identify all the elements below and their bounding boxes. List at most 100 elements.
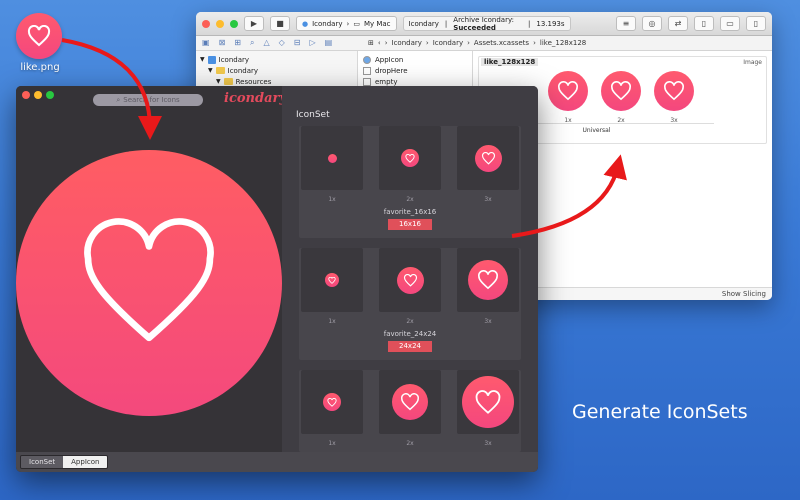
project-icon: [207, 55, 216, 64]
icon-cell-2x[interactable]: [379, 248, 441, 312]
heart-icon: [611, 81, 631, 101]
size-badge: 16x16: [388, 219, 432, 230]
search-field[interactable]: ⌕ Search for Icons: [93, 94, 203, 106]
scale-label: 2x: [406, 318, 414, 325]
iconset-name: favorite_24x24: [383, 330, 437, 338]
mode-segmented-control: IconSet AppIcon: [20, 455, 109, 469]
iconset-pane: IconSet 1x 2x 3x favorite_16x16 16x16 1x…: [282, 86, 538, 452]
scheme-selector[interactable]: ● Icondary › ▭ My Mac: [296, 16, 397, 31]
panel-right-icon: ▯: [753, 19, 759, 28]
test-icon[interactable]: ◇: [279, 38, 285, 48]
icon-cell-1x[interactable]: [301, 370, 363, 434]
heart-icon: [401, 393, 419, 411]
scale-label: 2x: [406, 440, 414, 447]
icon-cell-3x[interactable]: [457, 248, 519, 312]
scale-label: 3x: [484, 318, 492, 325]
icon-cell-3x[interactable]: [457, 126, 519, 190]
folder-icon[interactable]: ▣: [202, 38, 210, 48]
iconset-name: favorite_16x16: [383, 208, 437, 216]
tab-iconset[interactable]: IconSet: [21, 456, 64, 468]
navigator-item[interactable]: ▼ Icondary: [196, 65, 357, 76]
arrows-icon: ⇄: [674, 19, 682, 28]
related-items-icon[interactable]: ⊞: [368, 39, 374, 47]
navigator-toggle-button[interactable]: ▯: [694, 16, 714, 31]
forward-icon[interactable]: ›: [385, 39, 388, 47]
debug-toggle-button[interactable]: ▭: [720, 16, 740, 31]
panel-left-icon: ▯: [701, 19, 707, 28]
scale-label: 1x: [328, 318, 336, 325]
image-slot-2x[interactable]: 2x: [600, 71, 642, 124]
minimize-button[interactable]: [216, 19, 224, 28]
breakpoint-icon[interactable]: ▷: [309, 38, 315, 48]
breadcrumb: ⊞ ‹ › Icondary › Icondary › Assets.xcass…: [368, 39, 587, 47]
tagline: Generate IconSets: [572, 401, 748, 423]
image-set-name: like_128x128: [481, 58, 539, 66]
utilities-toggle-button[interactable]: ▯: [746, 16, 766, 31]
search-icon[interactable]: ⌕: [250, 38, 254, 48]
editor-version-button[interactable]: ⇄: [668, 16, 688, 31]
stop-button[interactable]: ■: [270, 16, 290, 31]
stop-icon: ■: [276, 19, 284, 28]
report-icon[interactable]: ▤: [325, 38, 333, 48]
lines-icon: ≡: [622, 19, 630, 28]
heart-icon: [27, 25, 51, 47]
heart-icon: [403, 273, 417, 287]
iconset-group[interactable]: 1x 2x 3x favorite_24x24 24x24: [299, 248, 521, 360]
iconset-group[interactable]: 1x 2x 3x: [299, 370, 521, 452]
panel-bottom-icon: ▭: [726, 19, 734, 28]
folder-icon: [223, 78, 233, 85]
heart-icon: [475, 389, 501, 414]
heart-icon: [405, 153, 415, 163]
debug-icon[interactable]: ⊟: [294, 38, 301, 48]
section-title: IconSet: [296, 110, 330, 120]
image-slot-3x[interactable]: 3x: [653, 71, 695, 124]
breadcrumb-item[interactable]: Icondary: [433, 39, 463, 47]
minimize-button[interactable]: [34, 91, 42, 99]
close-button[interactable]: [22, 91, 30, 99]
image-icon: [363, 66, 371, 75]
zoom-button[interactable]: [230, 19, 238, 28]
back-icon[interactable]: ‹: [378, 39, 381, 47]
xcode-toolbar: ▶ ■ ● Icondary › ▭ My Mac Icondary | Arc…: [196, 12, 772, 36]
navigator-item[interactable]: ▼ Icondary: [196, 54, 357, 65]
destination-label: My Mac: [363, 19, 391, 28]
search-icon: ⌕: [116, 95, 121, 104]
search-placeholder: Search for Icons: [123, 96, 180, 104]
editor-standard-button[interactable]: ≡: [616, 16, 636, 31]
breadcrumb-item[interactable]: Assets.xcassets: [474, 39, 529, 47]
appicon-icon: [363, 55, 371, 64]
icon-preview[interactable]: [16, 150, 282, 416]
asset-item[interactable]: dropHere: [363, 65, 467, 76]
desktop-file-icon[interactable]: [16, 13, 62, 59]
iconset-group[interactable]: 1x 2x 3x favorite_16x16 16x16: [299, 126, 521, 238]
breadcrumb-item[interactable]: Icondary: [392, 39, 422, 47]
breadcrumb-item[interactable]: like_128x128: [540, 39, 586, 47]
heart-icon: [327, 397, 337, 407]
activity-status: Icondary | Archive Icondary: Succeeded |…: [402, 15, 571, 32]
icon-cell-1x[interactable]: [301, 248, 363, 312]
hierarchy-icon[interactable]: ⊞: [234, 38, 241, 48]
bottom-bar: IconSet AppIcon: [16, 452, 538, 472]
symbol-icon[interactable]: ⊠: [219, 38, 226, 48]
asset-item[interactable]: AppIcon: [363, 54, 467, 65]
status-action: Archive Icondary:: [453, 15, 514, 24]
icon-cell-1x[interactable]: [301, 126, 363, 190]
image-set-type: Image: [743, 59, 762, 66]
editor-assistant-button[interactable]: ◎: [642, 16, 662, 31]
close-button[interactable]: [202, 19, 210, 28]
icon-cell-2x[interactable]: [379, 126, 441, 190]
zoom-button[interactable]: [46, 91, 54, 99]
run-button[interactable]: ▶: [244, 16, 264, 31]
scheme-label: Icondary: [312, 19, 343, 28]
image-slot-1x[interactable]: 1x: [547, 71, 589, 124]
show-slicing-button[interactable]: Show Slicing: [535, 287, 772, 300]
scale-label: 1x: [328, 196, 336, 203]
warning-icon[interactable]: △: [263, 38, 269, 48]
scale-label: 3x: [484, 196, 492, 203]
icon-cell-2x[interactable]: [379, 370, 441, 434]
icon-cell-3x[interactable]: [457, 370, 519, 434]
heart-icon: [84, 218, 214, 342]
scheme-icon: ●: [302, 19, 309, 28]
tab-appicon[interactable]: AppIcon: [63, 456, 108, 468]
heart-icon: [328, 276, 336, 284]
